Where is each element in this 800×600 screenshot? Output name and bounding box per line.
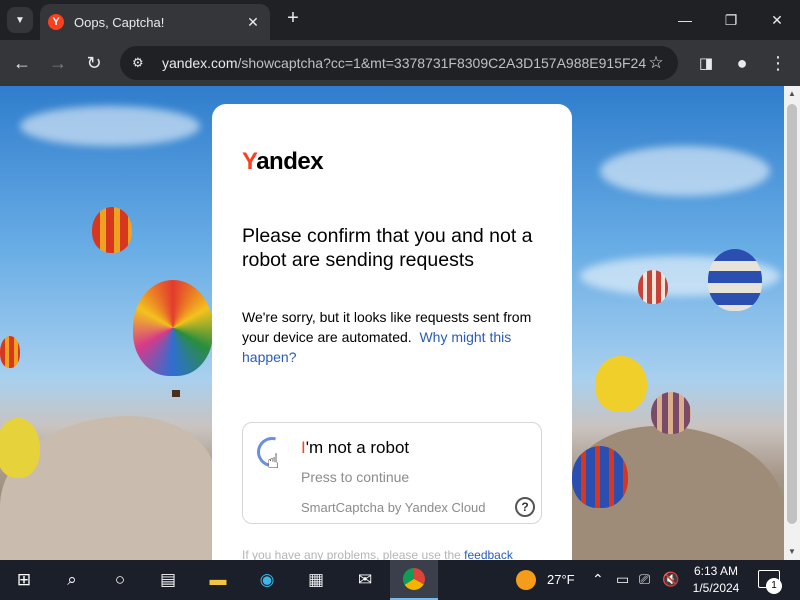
chevron-up-icon: ⌃ [592,571,604,587]
edge-button[interactable]: ◉ [243,560,291,600]
description: We're sorry, but it looks like requests … [242,307,547,367]
feedback-text: If you have any problems, please use the [242,548,461,560]
forward-button[interactable]: → [45,50,71,76]
clock-time: 6:13 AM [693,564,739,578]
task-view-icon: ▤ [159,570,177,589]
url-text[interactable]: yandex.com/showcaptcha?cc=1&mt=3378731F8… [162,55,646,71]
close-icon: ✕ [771,11,783,28]
hot-air-balloon-image [0,418,40,478]
cloud-decoration [600,146,770,196]
meet-now-icon[interactable]: ▭ [616,571,629,588]
hot-air-balloon-image [572,446,628,508]
hot-air-balloon-image [133,280,213,376]
balloon-basket [172,390,180,397]
reload-icon: ↻ [86,52,102,73]
mail-button[interactable]: ✉ [341,560,389,600]
minimize-icon: — [678,12,692,28]
side-panel-button[interactable]: ◨ [693,50,719,76]
yandex-logo: Yandex [242,148,324,176]
network-icon[interactable]: ⎚ [639,571,650,588]
hot-air-balloon-image [708,249,762,311]
scroll-up-arrow-icon[interactable]: ▲ [784,86,800,102]
scroll-down-arrow-icon[interactable]: ▼ [784,544,800,560]
edge-icon: ◉ [259,570,275,589]
folder-icon: ▬ [209,570,227,589]
chrome-icon [403,568,425,590]
hot-air-balloon-image [595,356,647,412]
feedback-link[interactable]: feedback [464,548,513,560]
logo-rest: andex [256,148,324,175]
site-settings-icon[interactable]: ⚙ [132,55,152,71]
captcha-title-rest: 'm not a robot [305,438,410,457]
restore-button[interactable]: ❐ [708,0,754,40]
hot-air-balloon-image [638,270,668,304]
restore-icon: ❐ [724,11,738,28]
volume-muted-icon[interactable]: 🔇 [662,571,679,588]
scrollbar-thumb[interactable] [787,104,797,524]
kebab-menu-icon: ⋮ [769,52,787,73]
hot-air-balloon-image [651,392,691,434]
store-button[interactable]: ▦ [292,560,340,600]
weather-button[interactable] [506,560,546,600]
browser-tab[interactable]: Y Oops, Captcha! ✕ [40,4,270,40]
not-a-robot-checkbox[interactable]: ☝ I'm not a robot Press to continue Smar… [242,422,542,524]
feedback-note: If you have any problems, please use the… [242,548,513,560]
file-explorer-button[interactable]: ▬ [194,560,242,600]
cloud-decoration [20,106,200,146]
captcha-card: Yandex Please confirm that you and not a… [212,104,572,560]
close-window-button[interactable]: ✕ [754,0,800,40]
tab-strip: ▼ Y Oops, Captcha! ✕ + — ❐ ✕ [0,0,800,40]
captcha-title: I'm not a robot [301,438,409,458]
windows-logo-icon: ⊞ [16,570,32,589]
back-button[interactable]: ← [9,50,35,76]
cortana-button[interactable]: ○ [96,560,144,600]
notification-count-badge: 1 [766,578,782,594]
clock-date: 1/5/2024 [692,581,740,595]
help-icon[interactable]: ? [515,497,535,517]
address-bar[interactable]: ⚙ yandex.com/showcaptcha?cc=1&mt=3378731… [120,46,678,80]
profile-icon: ● [736,52,748,73]
url-path: /showcaptcha?cc=1&mt=3378731F8309C2A3D15… [237,55,646,71]
arrow-right-icon: → [49,52,67,73]
browser-toolbar: ← → ↻ ⚙ yandex.com/showcaptcha?cc=1&mt=3… [0,40,800,86]
start-button[interactable]: ⊞ [0,560,48,600]
vertical-scrollbar[interactable]: ▲ ▼ [784,86,800,560]
hot-air-balloon-image [92,207,132,253]
hot-air-balloon-image [0,336,20,368]
page-heading: Please confirm that you and not a robot … [242,225,533,271]
captcha-subtitle: Press to continue [301,469,410,485]
yandex-favicon-icon: Y [48,14,64,30]
mail-icon: ✉ [357,570,373,589]
task-view-button[interactable]: ▤ [144,560,192,600]
windows-taskbar: ⊞ ⌕ ○ ▤ ▬ ◉ ▦ ✉ 27°F ⌃ ▭ ⎚ 🔇 6:13 AM 1/5… [0,560,800,600]
url-host: yandex.com [162,55,238,71]
cortana-circle-icon: ○ [114,570,126,589]
logo-first-letter: Y [242,148,257,175]
side-panel-icon: ◨ [698,55,714,72]
bookmark-star-icon[interactable]: ☆ [646,53,666,73]
hand-cursor-icon: ☝ [267,451,280,473]
close-tab-icon[interactable]: ✕ [244,14,262,31]
sun-weather-icon [516,570,536,590]
tab-search-button[interactable]: ▼ [7,7,33,33]
captcha-brand: SmartCaptcha by Yandex Cloud [301,500,486,515]
chrome-button[interactable] [390,560,438,600]
profile-button[interactable]: ● [729,50,755,76]
search-button[interactable]: ⌕ [48,560,96,600]
chevron-down-icon: ▼ [15,14,25,26]
reload-button[interactable]: ↻ [81,50,107,76]
arrow-left-icon: ← [13,52,31,73]
clock[interactable]: 6:13 AM 1/5/2024 [688,563,744,597]
page-viewport: Yandex Please confirm that you and not a… [0,86,784,560]
new-tab-button[interactable]: + [282,8,304,30]
menu-button[interactable]: ⋮ [765,50,791,76]
store-bag-icon: ▦ [307,570,325,589]
minimize-button[interactable]: — [662,0,708,40]
temperature-text: 27°F [547,572,575,587]
tab-title: Oops, Captcha! [74,14,165,30]
show-hidden-icons-button[interactable]: ⌃ [592,571,604,588]
search-icon: ⌕ [67,570,77,589]
